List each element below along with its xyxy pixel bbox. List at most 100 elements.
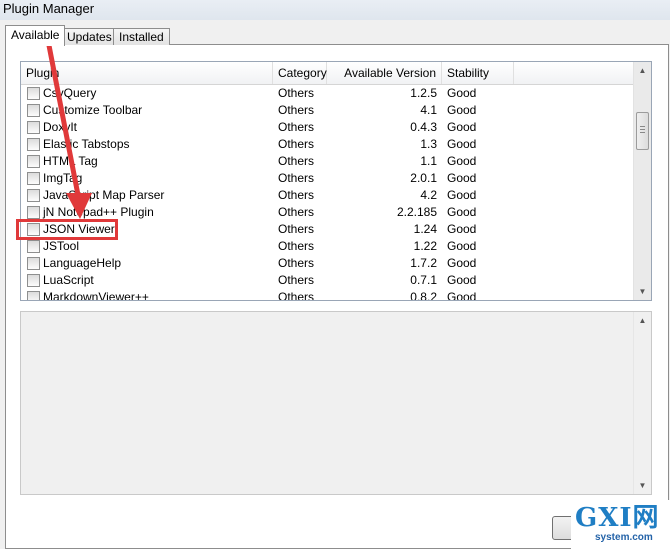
plugin-checkbox[interactable] — [27, 189, 40, 202]
table-row[interactable]: JSON Viewer Others 1.24 Good — [21, 221, 634, 238]
scroll-up-icon[interactable]: ▲ — [634, 62, 651, 79]
plugin-checkbox[interactable] — [27, 223, 40, 236]
plugin-stability: Good — [447, 205, 477, 219]
plugin-stability: Good — [447, 103, 477, 117]
plugin-version: 0.7.1 — [410, 273, 437, 287]
plugin-version: 1.22 — [413, 239, 437, 253]
list-scrollbar[interactable]: ▲ ▼ — [633, 62, 651, 300]
plugin-category: Others — [278, 239, 315, 253]
watermark: GXI网 system.com — [571, 500, 670, 549]
plugin-category: Others — [278, 86, 315, 100]
plugin-category: Others — [278, 103, 315, 117]
list-rows: CsvQuery Others 1.2.5 Good Customize Toolbar… — [21, 85, 634, 301]
plugin-category: Others — [278, 205, 315, 219]
plugin-stability: Good — [447, 239, 477, 253]
table-row[interactable]: MarkdownViewer++ Others 0.8.2 Good — [21, 289, 634, 301]
list-header: Plugin Category Available Version Stabil… — [21, 62, 634, 85]
table-row[interactable]: CsvQuery Others 1.2.5 Good — [21, 85, 634, 102]
plugin-version: 0.8.2 — [410, 290, 437, 301]
scroll-up-icon[interactable]: ▲ — [634, 312, 651, 329]
plugin-name: Elastic Tabstops — [43, 137, 130, 151]
title-bar: Plugin Manager — [0, 0, 670, 20]
plugin-name: LuaScript — [43, 273, 94, 287]
plugin-checkbox[interactable] — [27, 121, 40, 134]
plugin-name: MarkdownViewer++ — [43, 290, 149, 301]
plugin-checkbox[interactable] — [27, 257, 40, 270]
plugin-name: JSON Viewer — [43, 222, 115, 236]
plugin-checkbox[interactable] — [27, 155, 40, 168]
plugin-name: LanguageHelp — [43, 256, 122, 270]
plugin-name: HTML Tag — [43, 154, 98, 168]
plugin-category: Others — [278, 273, 315, 287]
table-row[interactable]: HTML Tag Others 1.1 Good — [21, 153, 634, 170]
table-row[interactable]: JavaScript Map Parser Others 4.2 Good — [21, 187, 634, 204]
plugin-version: 1.7.2 — [410, 256, 437, 270]
plugin-checkbox[interactable] — [27, 104, 40, 117]
plugin-name: Customize Toolbar — [43, 103, 143, 117]
plugin-stability: Good — [447, 154, 477, 168]
column-header-stability[interactable]: Stability — [442, 62, 514, 84]
plugin-category: Others — [278, 222, 315, 236]
plugin-name: ImgTag — [43, 171, 83, 185]
plugin-checkbox[interactable] — [27, 138, 40, 151]
plugin-category: Others — [278, 171, 315, 185]
plugin-checkbox[interactable] — [27, 87, 40, 100]
table-row[interactable]: ImgTag Others 2.0.1 Good — [21, 170, 634, 187]
plugin-list[interactable]: Plugin Category Available Version Stabil… — [20, 61, 652, 301]
column-header-category[interactable]: Category — [273, 62, 327, 84]
tab-available[interactable]: Available — [5, 25, 66, 46]
plugin-version: 0.4.3 — [410, 120, 437, 134]
plugin-checkbox[interactable] — [27, 172, 40, 185]
plugin-stability: Good — [447, 137, 477, 151]
plugin-stability: Good — [447, 120, 477, 134]
description-scrollbar[interactable]: ▲ ▼ — [633, 312, 651, 494]
scroll-down-icon[interactable]: ▼ — [634, 477, 651, 494]
table-row[interactable]: jN Notepad++ Plugin Others 2.2.185 Good — [21, 204, 634, 221]
plugin-name: DoxyIt — [43, 120, 78, 134]
plugin-stability: Good — [447, 273, 477, 287]
plugin-name: jN Notepad++ Plugin — [43, 205, 154, 219]
watermark-url: system.com — [595, 532, 653, 543]
plugin-category: Others — [278, 137, 315, 151]
plugin-category: Others — [278, 154, 315, 168]
plugin-version: 1.1 — [420, 154, 437, 168]
plugin-stability: Good — [447, 86, 477, 100]
table-row[interactable]: LuaScript Others 0.7.1 Good — [21, 272, 634, 289]
plugin-stability: Good — [447, 222, 477, 236]
watermark-logo: GXI网 — [575, 503, 660, 533]
column-header-plugin[interactable]: Plugin — [21, 62, 273, 84]
plugin-version: 1.24 — [413, 222, 437, 236]
plugin-version: 2.0.1 — [410, 171, 437, 185]
column-header-version[interactable]: Available Version — [327, 62, 442, 84]
plugin-name: JSTool — [43, 239, 80, 253]
scroll-down-icon[interactable]: ▼ — [634, 283, 651, 300]
table-row[interactable]: LanguageHelp Others 1.7.2 Good — [21, 255, 634, 272]
plugin-category: Others — [278, 188, 315, 202]
plugin-version: 1.3 — [420, 137, 437, 151]
plugin-category: Others — [278, 120, 315, 134]
plugin-category: Others — [278, 290, 315, 301]
plugin-stability: Good — [447, 188, 477, 202]
plugin-version: 2.2.185 — [396, 205, 437, 219]
plugin-name: JavaScript Map Parser — [43, 188, 165, 202]
table-row[interactable]: Customize Toolbar Others 4.1 Good — [21, 102, 634, 119]
plugin-version: 1.2.5 — [410, 86, 437, 100]
tab-installed[interactable]: Installed — [113, 28, 170, 45]
plugin-checkbox[interactable] — [27, 206, 40, 219]
plugin-checkbox[interactable] — [27, 291, 40, 300]
plugin-version: 4.1 — [420, 103, 437, 117]
description-box[interactable]: ▲ ▼ — [20, 311, 652, 495]
plugin-stability: Good — [447, 256, 477, 270]
table-row[interactable]: JSTool Others 1.22 Good — [21, 238, 634, 255]
plugin-category: Others — [278, 256, 315, 270]
tab-updates[interactable]: Updates — [61, 28, 118, 45]
plugin-version: 4.2 — [420, 188, 437, 202]
scroll-thumb[interactable] — [636, 112, 649, 150]
table-row[interactable]: DoxyIt Others 0.4.3 Good — [21, 119, 634, 136]
plugin-name: CsvQuery — [43, 86, 97, 100]
table-row[interactable]: Elastic Tabstops Others 1.3 Good — [21, 136, 634, 153]
plugin-checkbox[interactable] — [27, 240, 40, 253]
window-title: Plugin Manager — [3, 1, 95, 16]
plugin-stability: Good — [447, 171, 477, 185]
plugin-checkbox[interactable] — [27, 274, 40, 287]
